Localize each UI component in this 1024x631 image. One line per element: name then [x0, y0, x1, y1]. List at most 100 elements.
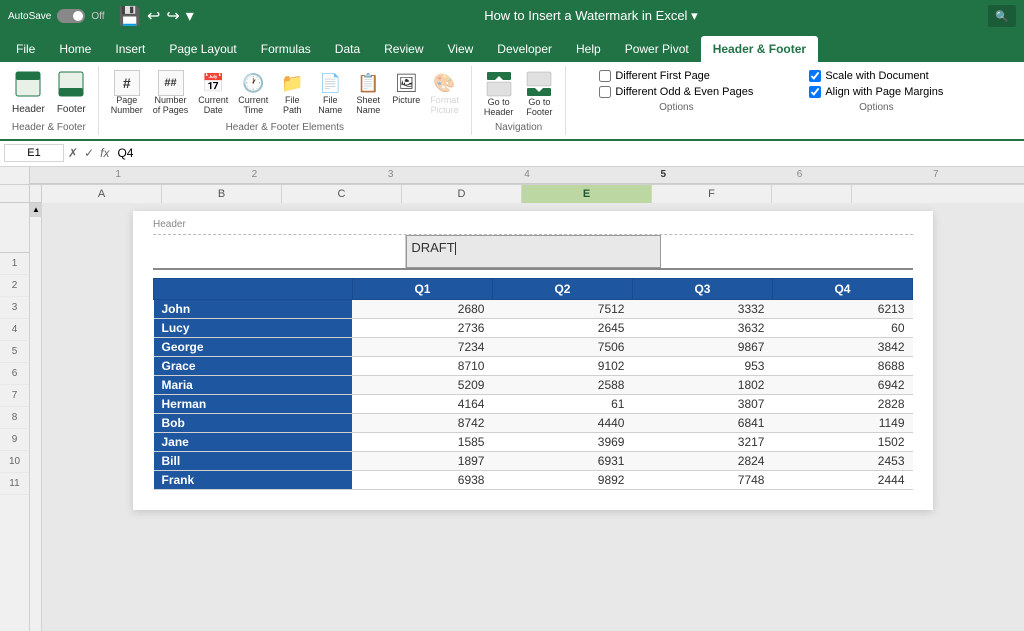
- search-button[interactable]: 🔍: [988, 5, 1016, 27]
- file-path-button[interactable]: 📁 FilePath: [274, 68, 310, 118]
- cell-q4-5[interactable]: 2828: [772, 394, 912, 413]
- formula-fx-icon[interactable]: fx: [100, 146, 109, 160]
- cell-q1-0[interactable]: 2680: [352, 299, 492, 318]
- tab-review[interactable]: Review: [372, 36, 435, 62]
- current-time-button[interactable]: 🕐 CurrentTime: [234, 68, 272, 118]
- tab-file[interactable]: File: [4, 36, 47, 62]
- cell-q3-1[interactable]: 3632: [632, 318, 772, 337]
- tab-header-footer[interactable]: Header & Footer: [701, 36, 818, 62]
- cell-q3-5[interactable]: 3807: [632, 394, 772, 413]
- scale-with-document-checkbox[interactable]: Scale with Document: [809, 70, 943, 82]
- cell-name-6[interactable]: Bob: [154, 413, 353, 432]
- cell-q1-5[interactable]: 4164: [352, 394, 492, 413]
- cell-q3-3[interactable]: 953: [632, 356, 772, 375]
- different-first-page-input[interactable]: [599, 70, 611, 82]
- cell-q1-6[interactable]: 8742: [352, 413, 492, 432]
- col-A[interactable]: A: [42, 185, 162, 203]
- cell-q1-8[interactable]: 1897: [352, 451, 492, 470]
- cell-q2-1[interactable]: 2645: [492, 318, 632, 337]
- tab-insert[interactable]: Insert: [103, 36, 157, 62]
- cell-q2-7[interactable]: 3969: [492, 432, 632, 451]
- tab-developer[interactable]: Developer: [485, 36, 564, 62]
- col-B[interactable]: B: [162, 185, 282, 203]
- scale-with-document-input[interactable]: [809, 70, 821, 82]
- cell-q3-4[interactable]: 1802: [632, 375, 772, 394]
- cell-q3-8[interactable]: 2824: [632, 451, 772, 470]
- cell-q4-7[interactable]: 1502: [772, 432, 912, 451]
- align-with-margins-input[interactable]: [809, 86, 821, 98]
- align-with-margins-checkbox[interactable]: Align with Page Margins: [809, 86, 943, 98]
- tab-formulas[interactable]: Formulas: [249, 36, 323, 62]
- cell-q3-6[interactable]: 6841: [632, 413, 772, 432]
- undo-icon[interactable]: ↩: [147, 6, 160, 26]
- cell-name-1[interactable]: Lucy: [154, 318, 353, 337]
- cell-q1-9[interactable]: 6938: [352, 470, 492, 489]
- col-G[interactable]: [772, 185, 852, 203]
- cell-q1-2[interactable]: 7234: [352, 337, 492, 356]
- cell-name-5[interactable]: Herman: [154, 394, 353, 413]
- cell-q2-4[interactable]: 2588: [492, 375, 632, 394]
- col-D[interactable]: D: [402, 185, 522, 203]
- cell-name-2[interactable]: George: [154, 337, 353, 356]
- cell-q1-4[interactable]: 5209: [352, 375, 492, 394]
- page-number-button[interactable]: # PageNumber: [107, 68, 147, 118]
- save-icon[interactable]: 💾: [119, 6, 141, 27]
- tab-data[interactable]: Data: [323, 36, 372, 62]
- cell-q4-2[interactable]: 3842: [772, 337, 912, 356]
- tab-page-layout[interactable]: Page Layout: [157, 36, 248, 62]
- cell-q4-3[interactable]: 8688: [772, 356, 912, 375]
- cell-q1-3[interactable]: 8710: [352, 356, 492, 375]
- cell-name-9[interactable]: Frank: [154, 470, 353, 489]
- autosave-toggle[interactable]: [57, 9, 85, 23]
- file-name-button[interactable]: 📄 FileName: [312, 68, 348, 118]
- customize-icon[interactable]: ▾: [186, 6, 194, 26]
- cell-name-7[interactable]: Jane: [154, 432, 353, 451]
- formula-input[interactable]: [115, 144, 1020, 162]
- header-right-section[interactable]: [661, 235, 913, 268]
- formula-x-icon[interactable]: ✗: [68, 146, 78, 160]
- cell-q2-9[interactable]: 9892: [492, 470, 632, 489]
- tab-home[interactable]: Home: [47, 36, 103, 62]
- redo-icon[interactable]: ↪: [166, 6, 179, 26]
- go-to-footer-button[interactable]: Go toFooter: [521, 68, 557, 120]
- different-odd-even-input[interactable]: [599, 86, 611, 98]
- different-odd-even-checkbox[interactable]: Different Odd & Even Pages: [599, 86, 753, 98]
- cell-q2-6[interactable]: 4440: [492, 413, 632, 432]
- cell-q2-0[interactable]: 7512: [492, 299, 632, 318]
- cell-name-3[interactable]: Grace: [154, 356, 353, 375]
- formula-check-icon[interactable]: ✓: [84, 146, 94, 160]
- header-button[interactable]: Header: [8, 68, 49, 117]
- cell-q4-6[interactable]: 1149: [772, 413, 912, 432]
- cell-q4-4[interactable]: 6942: [772, 375, 912, 394]
- cell-q4-0[interactable]: 6213: [772, 299, 912, 318]
- cell-q3-0[interactable]: 3332: [632, 299, 772, 318]
- cell-name-0[interactable]: John: [154, 299, 353, 318]
- header-center-section[interactable]: DRAFT: [406, 235, 660, 268]
- cell-q2-8[interactable]: 6931: [492, 451, 632, 470]
- sheet-name-button[interactable]: 📋 SheetName: [350, 68, 386, 118]
- format-picture-button[interactable]: 🎨 FormatPicture: [426, 68, 463, 118]
- tab-view[interactable]: View: [436, 36, 486, 62]
- cell-q4-8[interactable]: 2453: [772, 451, 912, 470]
- go-to-header-button[interactable]: Go toHeader: [480, 68, 518, 120]
- cell-q2-5[interactable]: 61: [492, 394, 632, 413]
- col-E[interactable]: E: [522, 185, 652, 203]
- cell-q3-7[interactable]: 3217: [632, 432, 772, 451]
- cell-name-4[interactable]: Maria: [154, 375, 353, 394]
- footer-button[interactable]: Footer: [53, 68, 90, 117]
- cell-q1-1[interactable]: 2736: [352, 318, 492, 337]
- tab-help[interactable]: Help: [564, 36, 613, 62]
- cell-q4-9[interactable]: 2444: [772, 470, 912, 489]
- picture-button[interactable]: 🖼 Picture: [388, 68, 424, 108]
- cell-q3-2[interactable]: 9867: [632, 337, 772, 356]
- different-first-page-checkbox[interactable]: Different First Page: [599, 70, 753, 82]
- scroll-up[interactable]: ▲: [30, 203, 42, 217]
- header-left-section[interactable]: [153, 235, 406, 268]
- col-C[interactable]: C: [282, 185, 402, 203]
- cell-q3-9[interactable]: 7748: [632, 470, 772, 489]
- number-of-pages-button[interactable]: ## Numberof Pages: [149, 68, 193, 118]
- cell-q2-3[interactable]: 9102: [492, 356, 632, 375]
- cell-q1-7[interactable]: 1585: [352, 432, 492, 451]
- cell-reference-input[interactable]: [4, 144, 64, 162]
- cell-q4-1[interactable]: 60: [772, 318, 912, 337]
